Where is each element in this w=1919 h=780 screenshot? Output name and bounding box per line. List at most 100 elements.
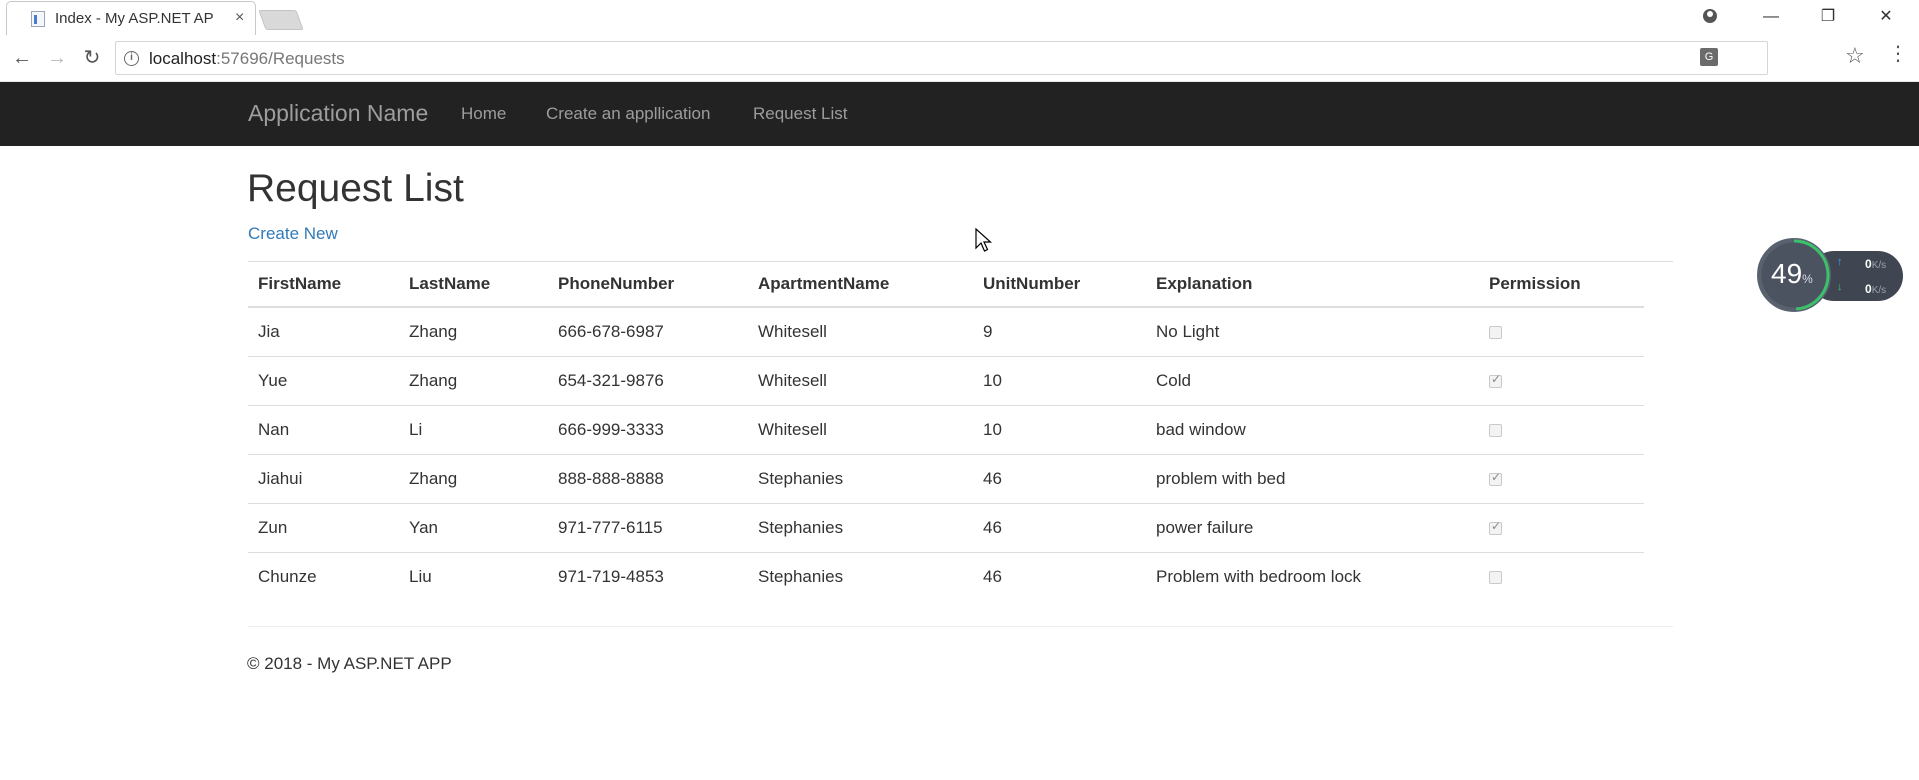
cell-firstname: Zun	[248, 502, 399, 552]
network-speed-widget[interactable]: 49% ↑ ↓ 0K/s 0K/s	[1757, 238, 1905, 312]
column-header-permission: Permission	[1479, 262, 1644, 308]
cell-phonenumber: 666-999-3333	[548, 404, 748, 454]
bookmark-star-icon[interactable]: ☆	[1845, 43, 1865, 69]
footer-copyright: © 2018 - My ASP.NET APP	[247, 654, 452, 673]
url-path: :57696/Requests	[216, 49, 345, 68]
cell-phonenumber: 971-719-4853	[548, 551, 748, 601]
download-speed-unit: K/s	[1871, 285, 1887, 296]
cell-apartmentname: Whitesell	[748, 355, 973, 405]
column-header-firstname: FirstName	[248, 262, 399, 308]
permission-checkbox	[1489, 325, 1502, 339]
download-arrow-icon: ↓	[1837, 281, 1843, 293]
cell-phonenumber: 666-678-6987	[558, 321, 664, 341]
cell-unitnumber: 46	[973, 453, 1146, 503]
translate-icon[interactable]: G	[1700, 48, 1718, 66]
permission-checkbox	[1489, 423, 1502, 437]
cell-firstname: Jia	[258, 321, 280, 341]
browser-tab[interactable]: Index - My ASP.NET AP ×	[6, 1, 256, 35]
cell-lastname: Li	[399, 404, 548, 454]
usage-percent: 49%	[1771, 258, 1813, 290]
create-new-link[interactable]: Create New	[248, 224, 338, 244]
nav-link-create-application[interactable]: Create an appllication	[546, 104, 710, 124]
download-speed: 0K/s	[1865, 282, 1886, 296]
cell-permission	[1479, 404, 1644, 454]
navbar-brand[interactable]: Application Name	[248, 100, 428, 127]
table-row: Jiahui Zhang 888-888-8888 Stephanies 46 probl…	[248, 453, 1644, 503]
reload-icon[interactable]: ↻	[78, 44, 106, 72]
table-row: Jia Zhang 666-678-6987 Whitesell 9 No Light	[248, 307, 1644, 356]
cell-unitnumber: 46	[973, 502, 1146, 552]
footer-divider	[248, 626, 1673, 627]
table-row: Zun Yan 971-777-6115 Stephanies 46 power fail…	[248, 502, 1644, 552]
address-bar[interactable]: i localhost:57696/Requests	[115, 41, 1768, 75]
forward-arrow-icon[interactable]: →	[43, 44, 71, 72]
column-header-lastname: LastName	[399, 262, 548, 308]
upload-speed-value: 0	[1865, 257, 1872, 271]
cell-permission	[1479, 307, 1644, 356]
cell-explanation: Cold	[1146, 355, 1479, 405]
cell-permission	[1479, 453, 1644, 503]
cell-unitnumber: 10	[973, 355, 1146, 405]
usage-percent-value: 49	[1771, 258, 1803, 289]
page-favicon-icon	[31, 11, 45, 27]
cell-explanation: No Light	[1156, 321, 1220, 341]
requests-table: FirstName LastName PhoneNumber Apartment…	[248, 262, 1644, 601]
cell-unitnumber: 9	[983, 321, 993, 341]
browser-menu-icon[interactable]: ⋮	[1888, 42, 1908, 66]
cell-firstname: Nan	[248, 404, 399, 454]
upload-speed-unit: K/s	[1871, 260, 1887, 271]
cell-phonenumber: 888-888-8888	[548, 453, 748, 503]
nav-link-request-list[interactable]: Request List	[753, 104, 848, 124]
new-tab-button[interactable]	[258, 10, 304, 30]
site-info-icon[interactable]: i	[124, 51, 139, 66]
restore-icon[interactable]: ❐	[1808, 4, 1848, 30]
cell-phonenumber: 971-777-6115	[548, 502, 748, 552]
back-arrow-icon[interactable]: ←	[8, 44, 36, 72]
cell-explanation: problem with bed	[1146, 453, 1479, 503]
cell-apartmentname: Whitesell	[758, 321, 827, 341]
cell-explanation: Problem with bedroom lock	[1146, 551, 1479, 601]
cell-permission	[1479, 355, 1644, 405]
cell-lastname: Zhang	[399, 355, 548, 405]
table-row: Chunze Liu 971-719-4853 Stephanies 46 Problem…	[248, 551, 1644, 601]
url-text[interactable]: localhost:57696/Requests	[149, 49, 345, 69]
profile-icon[interactable]	[1689, 4, 1729, 30]
table-row: Yue Zhang 654-321-9876 Whitesell 10 Cold	[248, 355, 1644, 405]
nav-link-home[interactable]: Home	[461, 104, 506, 124]
browser-toolbar: ← → ↻ i localhost:57696/Requests	[0, 35, 1919, 82]
percent-sign: %	[1802, 272, 1813, 286]
cell-apartmentname: Whitesell	[748, 404, 973, 454]
permission-checkbox	[1489, 372, 1502, 388]
cell-unitnumber: 10	[973, 404, 1146, 454]
cell-lastname: Zhang	[409, 321, 458, 341]
cell-lastname: Liu	[399, 551, 548, 601]
cell-explanation: bad window	[1146, 404, 1479, 454]
cell-permission	[1479, 551, 1644, 601]
upload-arrow-icon: ↑	[1837, 256, 1843, 268]
tab-close-icon[interactable]: ×	[235, 8, 244, 28]
column-header-explanation: Explanation	[1146, 262, 1479, 308]
upload-speed: 0K/s	[1865, 257, 1886, 271]
permission-checkbox	[1489, 470, 1502, 486]
cell-phonenumber: 654-321-9876	[548, 355, 748, 405]
browser-tabstrip: Index - My ASP.NET AP × — ❐ ✕	[0, 0, 1919, 35]
site-navbar: Application Name Home Create an appllica…	[0, 82, 1919, 146]
cell-apartmentname: Stephanies	[748, 551, 973, 601]
column-header-unitnumber: UnitNumber	[973, 262, 1146, 308]
url-host: localhost	[149, 49, 217, 68]
close-window-icon[interactable]: ✕	[1866, 4, 1906, 30]
cell-permission	[1479, 502, 1644, 552]
cell-firstname: Chunze	[248, 551, 399, 601]
minimize-icon[interactable]: —	[1751, 4, 1791, 30]
cell-lastname: Yan	[399, 502, 548, 552]
tab-title: Index - My ASP.NET AP	[55, 10, 214, 27]
column-header-phonenumber: PhoneNumber	[548, 262, 748, 308]
cell-explanation: power failure	[1146, 502, 1479, 552]
cell-apartmentname: Stephanies	[748, 453, 973, 503]
download-speed-value: 0	[1865, 282, 1872, 296]
cell-firstname: Jiahui	[248, 453, 399, 503]
permission-checkbox	[1489, 570, 1502, 584]
page-title: Request List	[247, 167, 464, 210]
table-row: Nan Li 666-999-3333 Whitesell 10 bad window	[248, 404, 1644, 454]
cell-lastname: Zhang	[399, 453, 548, 503]
